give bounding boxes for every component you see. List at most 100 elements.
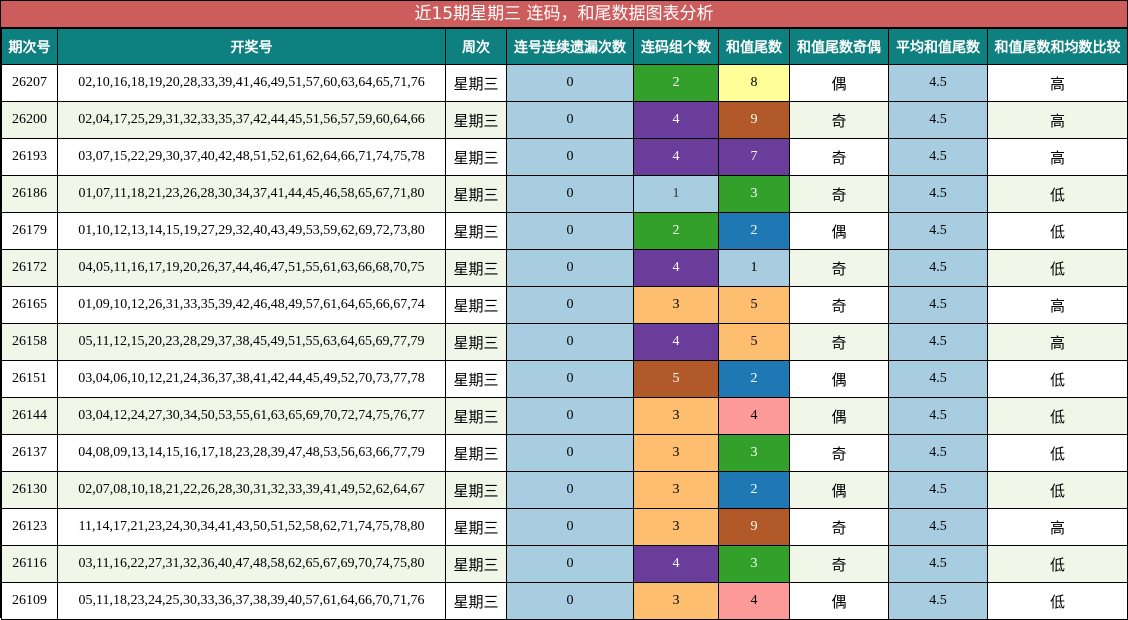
cell-numbers: 02,04,17,25,29,31,32,33,35,37,42,44,45,5… [57, 101, 446, 139]
cell-miss: 0 [506, 323, 634, 361]
header-compare: 和值尾数和均数比较 [987, 28, 1128, 65]
cell-numbers: 04,08,09,13,14,15,16,17,18,23,28,39,47,4… [57, 434, 446, 472]
cell-parity: 奇 [789, 508, 889, 546]
cell-weekday: 星期三 [445, 397, 507, 435]
cell-compare: 高 [987, 138, 1128, 176]
cell-weekday: 星期三 [445, 249, 507, 287]
table-row: 26123 11,14,17,21,23,24,30,34,41,43,50,51… [1, 508, 1128, 546]
cell-weekday: 星期三 [445, 323, 507, 361]
cell-period: 26144 [1, 397, 58, 435]
cell-numbers: 03,11,16,22,27,31,32,36,40,47,48,58,62,6… [57, 545, 446, 583]
header-weekday: 周次 [445, 28, 507, 65]
cell-parity: 奇 [789, 286, 889, 324]
cell-weekday: 星期三 [445, 212, 507, 250]
cell-period: 26109 [1, 582, 58, 620]
cell-tail: 4 [718, 582, 790, 620]
cell-period: 26179 [1, 212, 58, 250]
cell-period: 26158 [1, 323, 58, 361]
cell-tail: 3 [718, 545, 790, 583]
table-row: 26144 03,04,12,24,27,30,34,50,53,55,61,63… [1, 397, 1128, 435]
header-row: 期次号 开奖号 周次 连号连续遗漏次数 连码组个数 和值尾数 和值尾数奇偶 平均… [1, 28, 1128, 65]
data-table: 期次号 开奖号 周次 连号连续遗漏次数 连码组个数 和值尾数 和值尾数奇偶 平均… [1, 28, 1128, 620]
cell-miss: 0 [506, 471, 634, 509]
cell-compare: 低 [987, 434, 1128, 472]
cell-tail: 9 [718, 101, 790, 139]
cell-numbers: 03,04,12,24,27,30,34,50,53,55,61,63,65,6… [57, 397, 446, 435]
cell-groups: 4 [633, 545, 719, 583]
cell-weekday: 星期三 [445, 138, 507, 176]
cell-avg: 4.5 [888, 212, 988, 250]
cell-avg: 4.5 [888, 249, 988, 287]
cell-tail: 8 [718, 64, 790, 102]
cell-avg: 4.5 [888, 545, 988, 583]
cell-compare: 高 [987, 323, 1128, 361]
cell-period: 26200 [1, 101, 58, 139]
cell-period: 26151 [1, 360, 58, 398]
cell-compare: 低 [987, 249, 1128, 287]
cell-numbers: 05,11,18,23,24,25,30,33,36,37,38,39,40,5… [57, 582, 446, 620]
cell-miss: 0 [506, 286, 634, 324]
cell-period: 26186 [1, 175, 58, 213]
cell-miss: 0 [506, 508, 634, 546]
cell-miss: 0 [506, 545, 634, 583]
cell-tail: 7 [718, 138, 790, 176]
cell-miss: 0 [506, 249, 634, 287]
cell-groups: 3 [633, 286, 719, 324]
table-row: 26165 01,09,10,12,26,31,33,35,39,42,46,48… [1, 286, 1128, 324]
cell-numbers: 01,07,11,18,21,23,26,28,30,34,37,41,44,4… [57, 175, 446, 213]
cell-avg: 4.5 [888, 175, 988, 213]
cell-miss: 0 [506, 101, 634, 139]
cell-miss: 0 [506, 64, 634, 102]
cell-numbers: 03,04,06,10,12,21,24,36,37,38,41,42,44,4… [57, 360, 446, 398]
header-period: 期次号 [1, 28, 58, 65]
analysis-panel: 近15期星期三 连码，和尾数据图表分析 期次号 开奖号 周次 连号连续遗漏次数 … [0, 0, 1128, 620]
cell-compare: 低 [987, 545, 1128, 583]
cell-numbers: 05,11,12,15,20,23,28,29,37,38,45,49,51,5… [57, 323, 446, 361]
cell-groups: 4 [633, 101, 719, 139]
cell-numbers: 01,09,10,12,26,31,33,35,39,42,46,48,49,5… [57, 286, 446, 324]
cell-parity: 偶 [789, 64, 889, 102]
cell-parity: 偶 [789, 360, 889, 398]
cell-avg: 4.5 [888, 582, 988, 620]
cell-weekday: 星期三 [445, 545, 507, 583]
cell-compare: 低 [987, 582, 1128, 620]
cell-numbers: 04,05,11,16,17,19,20,26,37,44,46,47,51,5… [57, 249, 446, 287]
cell-period: 26193 [1, 138, 58, 176]
header-groups: 连码组个数 [633, 28, 719, 65]
header-numbers: 开奖号 [57, 28, 446, 65]
cell-parity: 偶 [789, 397, 889, 435]
cell-period: 26165 [1, 286, 58, 324]
table-row: 26179 01,10,12,13,14,15,19,27,29,32,40,43… [1, 212, 1128, 250]
cell-parity: 奇 [789, 323, 889, 361]
cell-compare: 低 [987, 175, 1128, 213]
cell-parity: 奇 [789, 434, 889, 472]
cell-tail: 3 [718, 434, 790, 472]
cell-miss: 0 [506, 434, 634, 472]
cell-parity: 奇 [789, 249, 889, 287]
cell-groups: 3 [633, 471, 719, 509]
cell-compare: 高 [987, 101, 1128, 139]
cell-numbers: 02,07,08,10,18,21,22,26,28,30,31,32,33,3… [57, 471, 446, 509]
cell-compare: 低 [987, 471, 1128, 509]
table-row: 26193 03,07,15,22,29,30,37,40,42,48,51,52… [1, 138, 1128, 176]
header-tail: 和值尾数 [718, 28, 790, 65]
cell-weekday: 星期三 [445, 64, 507, 102]
cell-avg: 4.5 [888, 286, 988, 324]
cell-tail: 2 [718, 360, 790, 398]
cell-groups: 4 [633, 138, 719, 176]
cell-groups: 3 [633, 582, 719, 620]
cell-miss: 0 [506, 360, 634, 398]
cell-period: 26172 [1, 249, 58, 287]
cell-parity: 奇 [789, 138, 889, 176]
cell-tail: 2 [718, 471, 790, 509]
table-row: 26116 03,11,16,22,27,31,32,36,40,47,48,58… [1, 545, 1128, 583]
cell-tail: 9 [718, 508, 790, 546]
cell-avg: 4.5 [888, 397, 988, 435]
table-row: 26172 04,05,11,16,17,19,20,26,37,44,46,47… [1, 249, 1128, 287]
cell-weekday: 星期三 [445, 508, 507, 546]
cell-period: 26130 [1, 471, 58, 509]
cell-avg: 4.5 [888, 138, 988, 176]
table-row: 26186 01,07,11,18,21,23,26,28,30,34,37,41… [1, 175, 1128, 213]
cell-period: 26116 [1, 545, 58, 583]
cell-parity: 偶 [789, 471, 889, 509]
